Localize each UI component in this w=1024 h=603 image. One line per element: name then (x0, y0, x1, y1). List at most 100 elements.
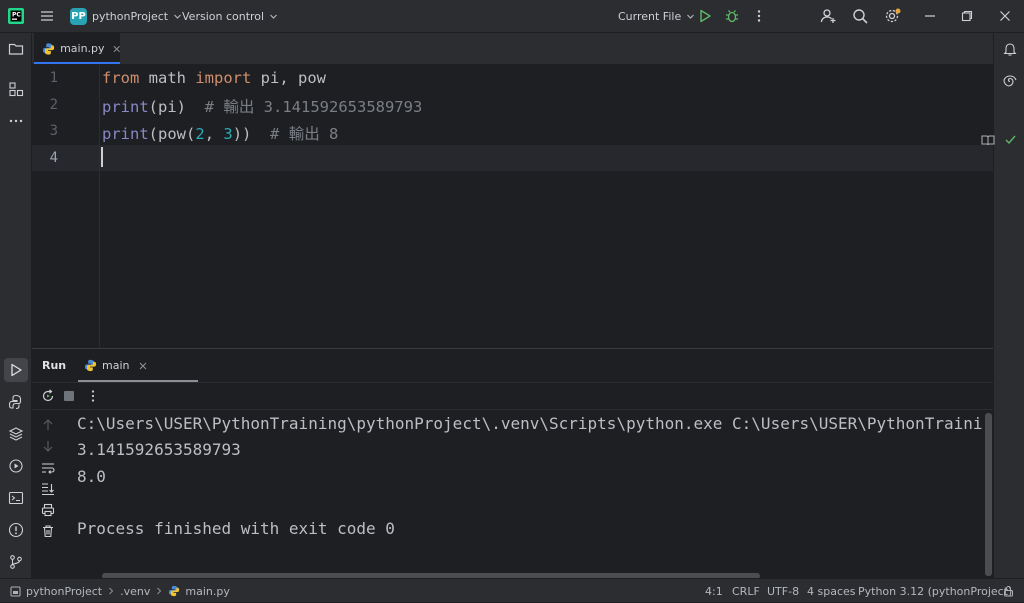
breadcrumb-file[interactable]: main.py (185, 585, 229, 598)
project-name: pythonProject (92, 9, 169, 23)
run-tab-main[interactable]: main (78, 349, 198, 382)
printer-icon (41, 503, 55, 517)
layers-icon (8, 427, 24, 441)
code-with-me-button[interactable] (820, 0, 838, 32)
main-menu-button[interactable] (39, 0, 55, 32)
print-button[interactable] (40, 502, 56, 518)
run-tool-window: Run main C:\Users\USER\PythonTraining\py… (32, 348, 993, 579)
version-control-label: Version control (182, 9, 265, 23)
settings-button[interactable] (884, 0, 902, 32)
breadcrumb: pythonProject .venv main.py (10, 579, 230, 603)
close-tab-icon[interactable] (139, 362, 147, 370)
rerun-button[interactable] (41, 389, 55, 403)
reader-mode-icon[interactable] (981, 134, 995, 146)
services-tool-button[interactable] (4, 454, 28, 478)
git-branch-icon (10, 555, 22, 569)
soft-wrap-button[interactable] (40, 460, 56, 476)
code-token: (pow( (148, 125, 196, 143)
stop-button[interactable] (64, 391, 74, 401)
gear-icon (885, 8, 901, 23)
scroll-down-button[interactable] (40, 438, 56, 454)
active-tab-indicator (34, 62, 120, 64)
python-packages-button[interactable] (4, 390, 28, 414)
restore-icon (961, 10, 973, 22)
ai-assistant-button[interactable] (998, 69, 1022, 93)
run-tool-button[interactable] (4, 358, 28, 382)
project-badge: PP (70, 7, 87, 25)
minimize-icon (925, 15, 935, 17)
search-icon (853, 8, 868, 24)
scroll-up-button[interactable] (40, 417, 56, 433)
add-user-icon (820, 9, 836, 23)
run-panel-header: Run main (32, 349, 993, 382)
terminal-icon (8, 491, 24, 505)
read-only-toggle[interactable] (1003, 579, 1014, 603)
file-encoding[interactable]: UTF-8 (767, 579, 799, 603)
code-editor[interactable]: 1 2 3 4 from math import pi, pow print(p… (32, 65, 1016, 348)
chevron-down-icon (687, 14, 695, 19)
console-side-toolbar (32, 410, 64, 579)
more-tools-button[interactable] (4, 109, 28, 133)
pycharm-logo-icon: PC (8, 0, 24, 32)
layers-tool-button[interactable] (4, 422, 28, 446)
close-tab-icon[interactable] (113, 45, 120, 53)
stop-icon (64, 391, 74, 401)
indent-setting[interactable]: 4 spaces (807, 579, 856, 603)
chevron-right-icon (157, 587, 162, 595)
title-bar: PC PP pythonProject Version control Curr… (0, 0, 1024, 33)
status-bar: pythonProject .venv main.py 4:1 CRLF UTF… (0, 578, 1024, 602)
structure-tool-button[interactable] (4, 77, 28, 101)
version-control-widget[interactable]: Version control (182, 0, 278, 32)
caret-position[interactable]: 4:1 (705, 579, 723, 603)
minimize-button[interactable] (924, 0, 936, 32)
problems-icon (8, 522, 24, 538)
line-separator[interactable]: CRLF (732, 579, 760, 603)
code-token: # 輸出 3.141592653589793 (204, 98, 423, 116)
arrow-down-icon (43, 441, 53, 452)
editor-inspection-widget (981, 134, 1016, 146)
breadcrumb-venv[interactable]: .venv (120, 585, 150, 598)
code-token: 2 (195, 125, 205, 143)
run-button[interactable] (697, 0, 713, 32)
structure-icon (9, 82, 24, 97)
clear-all-button[interactable] (40, 523, 56, 539)
close-window-button[interactable] (999, 0, 1011, 32)
folder-icon (8, 43, 24, 55)
right-tool-stripe (993, 33, 1024, 578)
project-tool-button[interactable] (4, 37, 28, 61)
notifications-button[interactable] (998, 37, 1022, 61)
check-icon[interactable] (1005, 135, 1016, 145)
project-widget[interactable]: PP pythonProject (70, 0, 182, 32)
chevron-down-icon (174, 14, 182, 19)
search-everywhere-button[interactable] (852, 0, 869, 32)
vertical-scrollbar[interactable] (985, 413, 992, 576)
debug-button[interactable] (724, 0, 740, 32)
tab-label: main.py (60, 42, 105, 55)
more-actions-button[interactable] (751, 0, 767, 32)
restore-button[interactable] (961, 0, 973, 32)
run-configuration-selector[interactable]: Current File (618, 0, 695, 32)
breadcrumb-project[interactable]: pythonProject (26, 585, 102, 598)
code-token: print (102, 125, 149, 143)
line-number: 4 (49, 150, 58, 166)
scroll-to-end-button[interactable] (40, 481, 56, 497)
scroll-to-end-icon (42, 483, 54, 496)
rerun-icon (42, 389, 54, 402)
terminal-tool-button[interactable] (4, 486, 28, 510)
text-caret (101, 147, 103, 167)
problems-tool-button[interactable] (4, 518, 28, 542)
close-icon (1000, 11, 1010, 21)
svg-text:PC: PC (12, 12, 21, 19)
chevron-down-icon (270, 14, 278, 19)
python-console-icon (8, 394, 22, 410)
run-console-output[interactable]: C:\Users\USER\PythonTraining\pythonProje… (76, 410, 984, 567)
run-more-button[interactable] (90, 389, 96, 403)
run-toolbar (32, 382, 993, 410)
code-token: from (102, 69, 140, 87)
arrow-up-icon (43, 419, 53, 430)
git-tool-button[interactable] (4, 550, 28, 574)
module-icon (10, 586, 21, 596)
soft-wrap-icon (42, 463, 55, 474)
editor-tab-main-py[interactable]: main.py (34, 33, 120, 64)
python-interpreter[interactable]: Python 3.12 (pythonProject) (858, 579, 1012, 603)
